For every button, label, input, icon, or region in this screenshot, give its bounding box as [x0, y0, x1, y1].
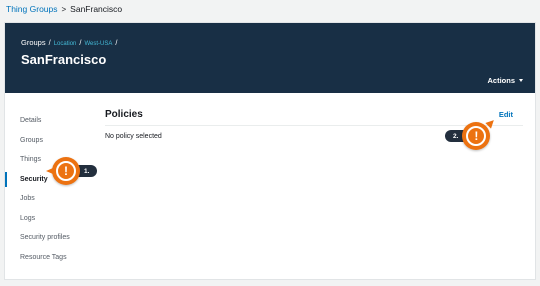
page-title: SanFrancisco [21, 52, 107, 67]
exclamation-icon: ! [466, 126, 487, 146]
warning-marker-icon: ! [462, 122, 491, 150]
sidebar-item-label: Jobs [20, 195, 35, 203]
group-detail-card: Groups / Location / West-USA / SanFranci… [4, 22, 536, 280]
group-header: Groups / Location / West-USA / SanFranci… [5, 23, 535, 93]
header-crumb-west-usa[interactable]: West-USA [84, 41, 112, 47]
header-breadcrumb: Groups / Location / West-USA / [21, 38, 117, 47]
sidebar-item-label: Groups [20, 136, 43, 144]
panel-title: Policies [105, 109, 143, 120]
sidebar-item-label: Details [20, 117, 42, 125]
header-crumb-groups: Groups [21, 38, 46, 47]
actions-label: Actions [487, 76, 515, 85]
sidebar-item-label: Security profiles [20, 234, 70, 242]
sidebar-item-groups[interactable]: Groups [5, 131, 95, 151]
step-1-callout: ! 1. [46, 157, 98, 185]
caret-down-icon [519, 79, 523, 82]
breadcrumb: Thing Groups > SanFrancisco [6, 4, 122, 14]
sidebar-item-label: Things [20, 156, 42, 164]
warning-marker-icon: ! [46, 157, 80, 185]
exclamation-icon: ! [56, 161, 76, 181]
breadcrumb-thing-groups-link[interactable]: Thing Groups [6, 4, 58, 14]
header-crumb-separator: / [79, 38, 82, 47]
sidebar-item-security-profiles[interactable]: Security profiles [5, 228, 95, 248]
header-crumb-separator: / [115, 38, 118, 47]
sidebar-item-jobs[interactable]: Jobs [5, 189, 95, 209]
sidebar-item-label: Security [20, 175, 48, 183]
sidebar-item-label: Logs [20, 214, 36, 222]
step-2-callout: 2. ! [445, 122, 491, 150]
sidebar-nav: Details Groups Things Security Jobs Logs… [5, 111, 95, 267]
header-crumb-location[interactable]: Location [54, 41, 77, 47]
sidebar-item-logs[interactable]: Logs [5, 209, 95, 229]
sidebar-item-label: Resource Tags [20, 253, 67, 261]
header-crumb-separator: / [48, 38, 51, 47]
sidebar-item-resource-tags[interactable]: Resource Tags [5, 248, 95, 268]
breadcrumb-separator: > [61, 4, 67, 14]
actions-dropdown-button[interactable]: Actions [487, 76, 523, 85]
empty-state-text: No policy selected [105, 133, 162, 140]
edit-button[interactable]: Edit [499, 110, 513, 119]
breadcrumb-current: SanFrancisco [70, 4, 123, 14]
sidebar-item-details[interactable]: Details [5, 111, 95, 131]
